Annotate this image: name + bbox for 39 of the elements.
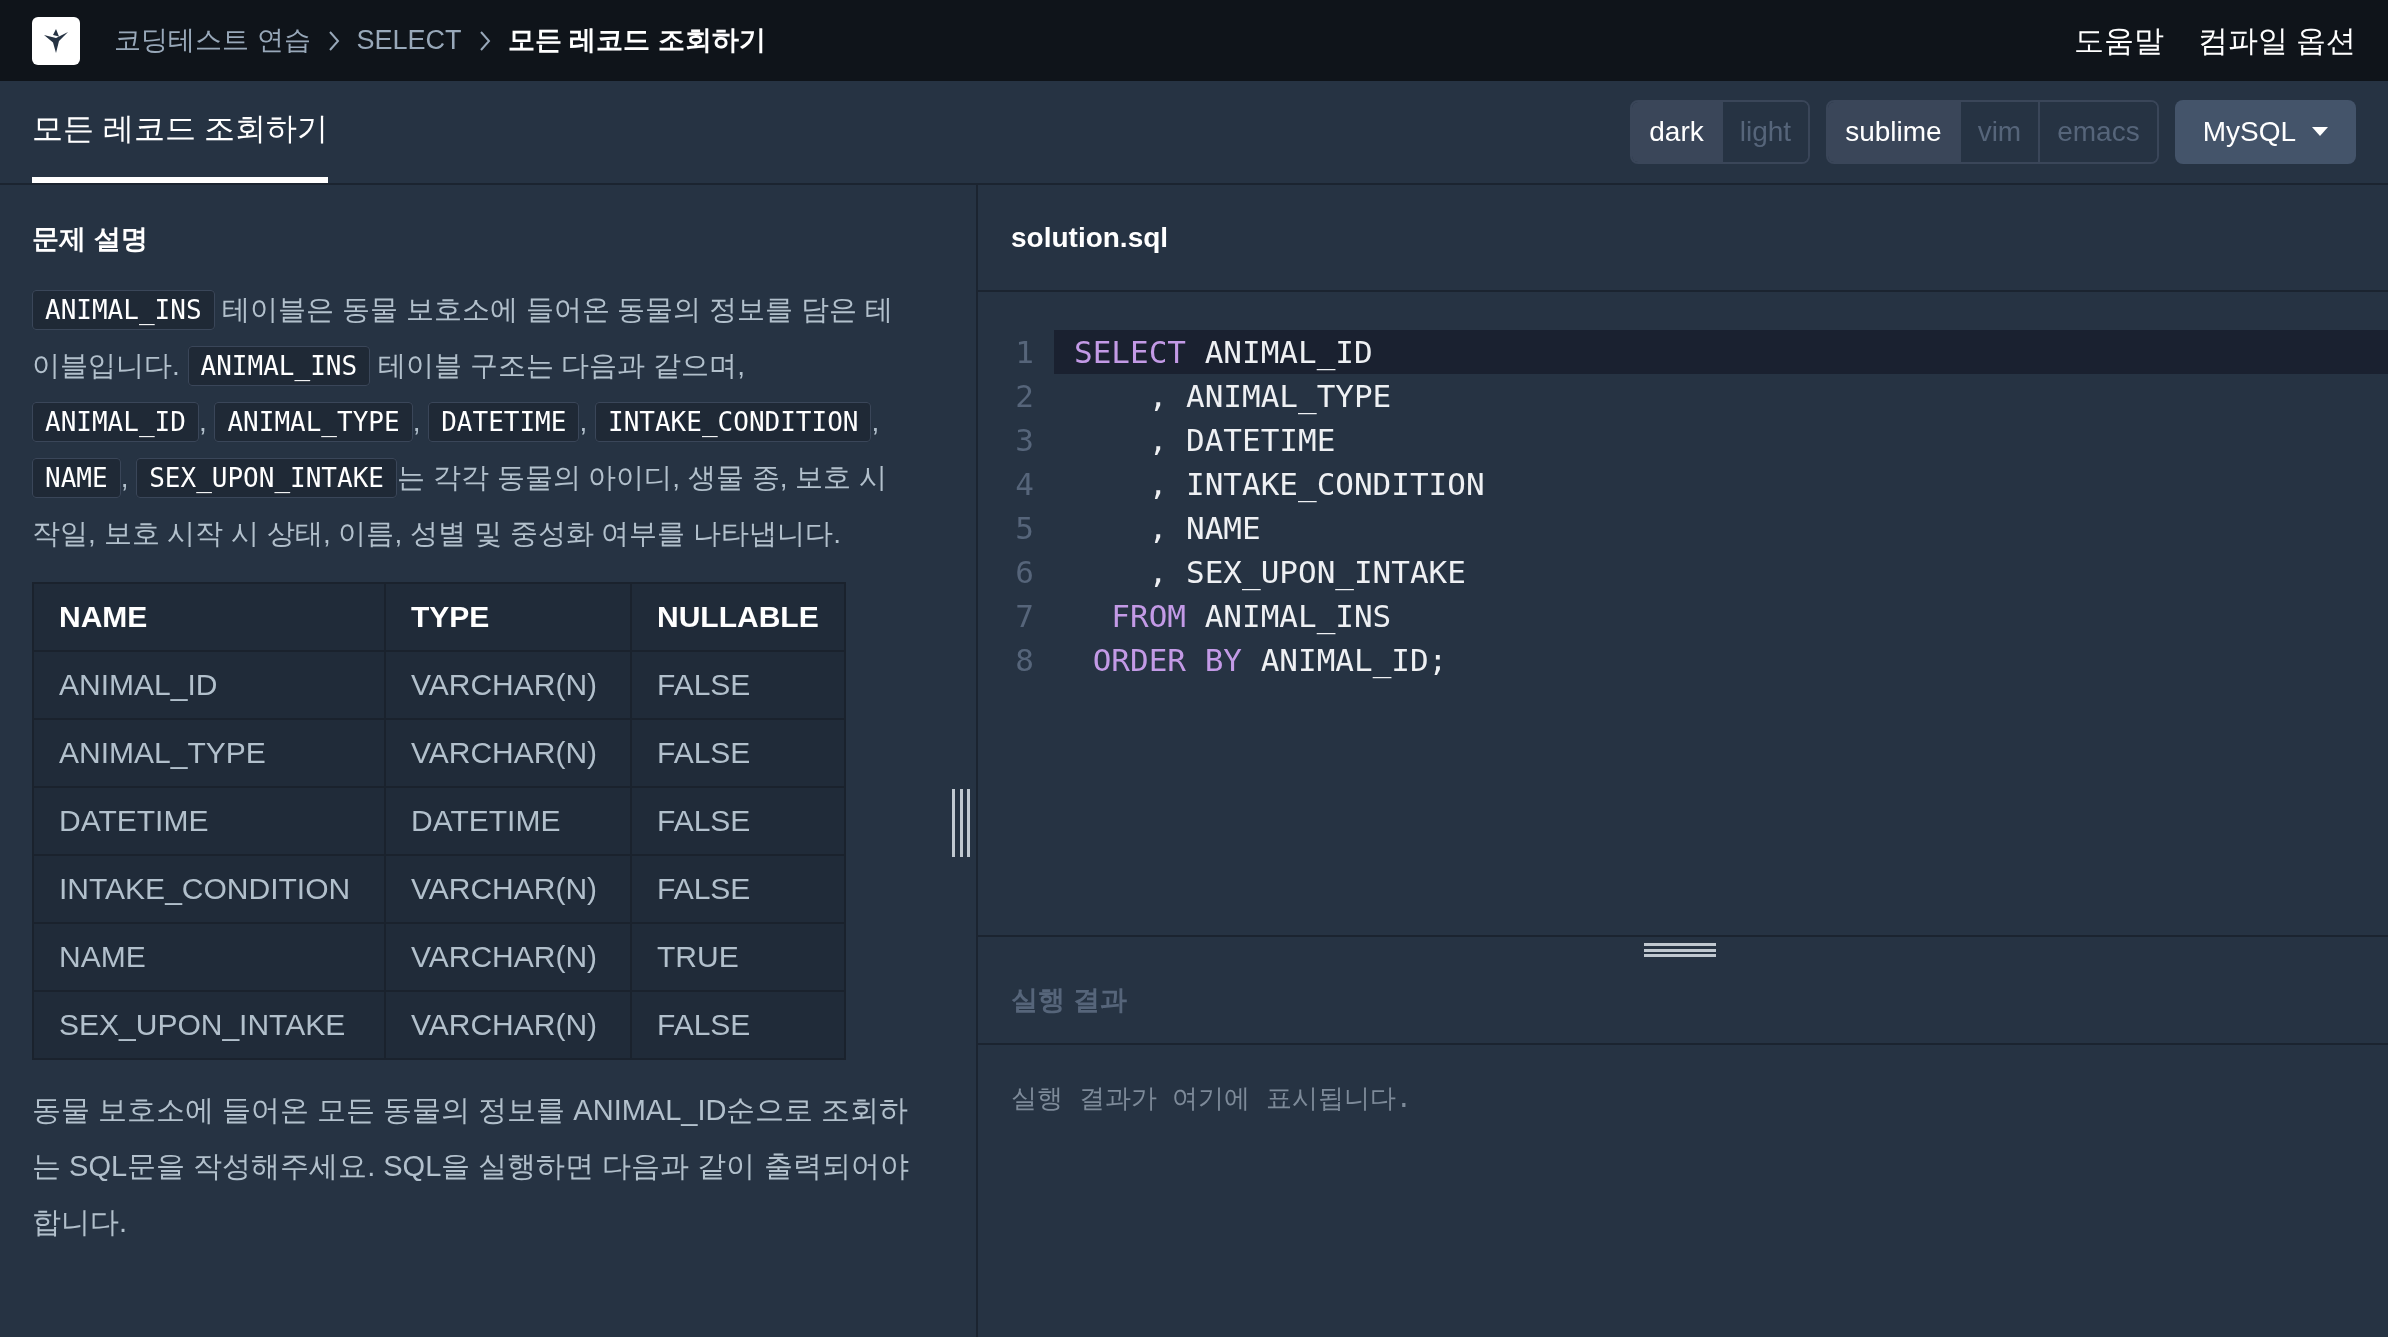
caret-down-icon — [2312, 127, 2328, 137]
breadcrumb-link[interactable]: SELECT — [356, 20, 462, 61]
table-cell: INTAKE_CONDITION — [33, 854, 385, 923]
logo-icon[interactable] — [32, 16, 80, 65]
breadcrumb-link[interactable]: 코딩테스트 연습 — [114, 20, 311, 61]
table-cell: NAME — [33, 922, 385, 991]
task-paragraph: 동물 보호소에 들어온 모든 동물의 정보를 ANIMAL_ID순으로 조회하는 SQL문을 작성해주세요. SQL을 실행하면 다음과 같이 출력되어야 합니다. — [32, 1092, 910, 1240]
resize-handle[interactable] — [1644, 943, 1716, 957]
file-name: solution.sql — [1011, 220, 1169, 255]
table-cell: DATETIME — [385, 786, 631, 855]
column-header: TYPE — [385, 582, 631, 651]
table-cell: VARCHAR(N) — [385, 854, 631, 923]
column-header: NULLABLE — [631, 582, 845, 651]
table-cell: TRUE — [631, 922, 845, 991]
header-link[interactable]: 도움말 — [2073, 18, 2164, 63]
table-cell: FALSE — [631, 990, 845, 1059]
table-cell: ANIMAL_TYPE — [33, 718, 385, 787]
table-cell: FALSE — [631, 650, 845, 719]
toggle-option[interactable]: dark — [1632, 102, 1721, 162]
table-cell: VARCHAR(N) — [385, 922, 631, 991]
description-paragraph: ANIMAL_INS 테이블은 동물 보호소에 들어온 동물의 정보를 담은 테이블입니다. ANIMAL_INS 테이블 구조는 다음과 같으며, ANIMAL_ID , ANIMAL_TYPE , DATETIME , INTAKE_CONDITION , NAME , SEX_UPON_INTAKE 는 각각 동물의 아이디, 생물 종, 보호 시작일, 보호 시작 시 상태, 이름, 성별 및 중성화 여부를 나타냅니다. — [32, 281, 912, 562]
toggle-option[interactable]: sublime — [1828, 102, 1959, 162]
breadcrumb-link[interactable]: 모든 레코드 조회하기 — [507, 20, 766, 61]
problem-tab[interactable]: 모든 레코드 조회하기 — [32, 81, 329, 183]
table-cell: DATETIME — [33, 786, 385, 855]
table-cell: VARCHAR(N) — [385, 650, 631, 719]
table-cell: VARCHAR(N) — [385, 718, 631, 787]
table-cell: SEX_UPON_INTAKE — [33, 990, 385, 1059]
resize-handle[interactable] — [952, 789, 970, 857]
table-cell: ANIMAL_ID — [33, 650, 385, 719]
table-cell: VARCHAR(N) — [385, 990, 631, 1059]
column-header: NAME — [33, 582, 385, 651]
result-message: 실행 결과가 여기에 표시됩니다. — [1011, 1082, 1413, 1115]
language-dropdown[interactable]: MySQL — [2174, 100, 2356, 164]
header-link[interactable]: 컴파일 옵션 — [2197, 18, 2356, 63]
section-heading: 문제 설명 — [32, 223, 149, 256]
table-cell: FALSE — [631, 854, 845, 923]
table-cell: FALSE — [631, 786, 845, 855]
table-cell: FALSE — [631, 718, 845, 787]
